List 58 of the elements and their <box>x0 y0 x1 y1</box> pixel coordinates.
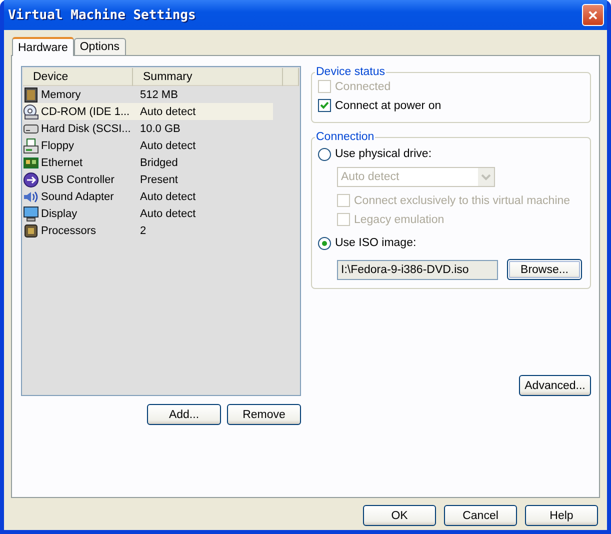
dialog-button[interactable]: OK <box>363 505 436 526</box>
dialog-button[interactable]: Help <box>525 505 598 526</box>
device-row[interactable]: CD-ROM (IDE 1... Auto detect <box>23 103 273 120</box>
column-header[interactable]: Summary <box>133 68 283 86</box>
memory-chip-icon <box>23 86 39 102</box>
device-row[interactable]: Hard Disk (SCSI... 10.0 GB <box>23 120 273 137</box>
device-name: Floppy <box>41 140 76 152</box>
device-name: Sound Adapter <box>41 190 115 202</box>
device-name: Display <box>41 208 78 220</box>
close-button[interactable]: ✕ <box>582 4 604 26</box>
device-name: USB Controller <box>41 174 116 186</box>
device-summary: Bridged <box>140 156 179 168</box>
radio-button[interactable] <box>318 148 331 160</box>
tab[interactable]: Options <box>74 38 126 55</box>
group-title: Device status <box>315 66 386 78</box>
device-summary: Auto detect <box>140 140 197 152</box>
device-summary: 512 MB <box>140 88 179 100</box>
checkbox-label: Connect at power on <box>335 100 442 112</box>
radio-button[interactable] <box>318 236 331 250</box>
device-name: Ethernet <box>41 156 84 168</box>
device-row[interactable]: Memory 512 MB <box>23 86 273 103</box>
list-button[interactable]: Remove <box>227 404 301 425</box>
device-summary: Auto detect <box>140 190 197 202</box>
device-row[interactable]: USB Controller Present <box>23 171 273 188</box>
list-button[interactable]: Add... <box>147 404 221 425</box>
disc-drive-icon <box>23 104 39 120</box>
device-name: Processors <box>41 224 98 236</box>
device-row[interactable]: Sound Adapter Auto detect <box>23 188 273 205</box>
device-name: Memory <box>41 88 82 100</box>
device-name: CD-ROM (IDE 1... <box>41 106 131 118</box>
device-summary: Auto detect <box>140 208 197 220</box>
iso-path-field[interactable]: I:\Fedora-9-i386-DVD.iso <box>337 260 498 280</box>
radio-label: Use physical drive: <box>335 148 432 160</box>
network-card-icon <box>23 154 39 170</box>
device-row[interactable]: Ethernet Bridged <box>23 154 273 171</box>
advanced-button[interactable]: Advanced... <box>519 375 591 396</box>
checkbox[interactable] <box>318 99 331 112</box>
device-row[interactable]: Display Auto detect <box>23 205 273 222</box>
device-name: Hard Disk (SCSI... <box>41 122 132 134</box>
device-summary: Auto detect <box>140 106 197 118</box>
processor-icon <box>23 222 39 238</box>
device-summary: Present <box>140 174 179 186</box>
checkbox-label: Connected <box>335 80 391 92</box>
dialog-button[interactable]: Cancel <box>444 505 517 526</box>
device-summary: 2 <box>140 224 148 236</box>
group-title: Connection <box>315 131 376 143</box>
column-header[interactable]: Device <box>23 68 133 86</box>
window-title: Virtual Machine Settings <box>8 8 196 22</box>
device-row[interactable]: Floppy Auto detect <box>23 137 273 154</box>
browse-button[interactable]: Browse... <box>507 259 582 280</box>
monitor-icon <box>23 206 39 222</box>
device-summary: 10.0 GB <box>140 122 182 134</box>
checkbox-label: Connect exclusively to this virtual machine <box>354 194 570 206</box>
tab[interactable]: Hardware <box>12 37 74 56</box>
usb-icon <box>23 172 39 188</box>
radio-label: Use ISO image: <box>335 237 416 249</box>
device-row[interactable]: Processors 2 <box>23 222 273 239</box>
checkbox-label: Legacy emulation <box>354 214 444 226</box>
